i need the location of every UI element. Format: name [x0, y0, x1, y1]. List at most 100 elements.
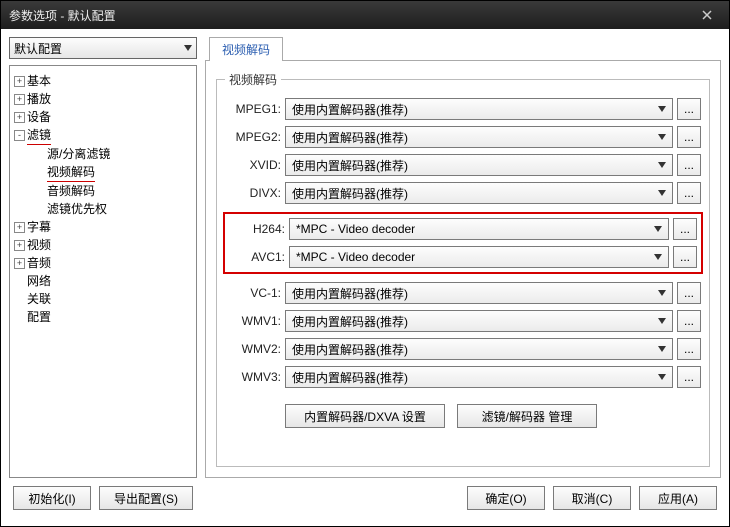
decoder-more-wmv2[interactable]: ... [677, 338, 701, 360]
decoder-label: MPEG1: [225, 102, 281, 116]
init-button[interactable]: 初始化(I) [13, 486, 91, 510]
decoder-actions: 内置解码器/DXVA 设置 滤镜/解码器 管理 [225, 404, 701, 428]
decoder-row-mpeg1: MPEG1: 使用内置解码器(推荐) ... [225, 98, 701, 120]
tree-item-audio-decode[interactable]: 音频解码 [34, 182, 192, 200]
chevron-down-icon [654, 254, 662, 260]
tree-item-network[interactable]: 网络 [14, 272, 192, 290]
chevron-down-icon [658, 162, 666, 168]
tree-item-device[interactable]: +设备 [14, 108, 192, 126]
chevron-down-icon [658, 374, 666, 380]
chevron-down-icon [658, 134, 666, 140]
chevron-down-icon [654, 226, 662, 232]
tree-item-video[interactable]: +视频 [14, 236, 192, 254]
plus-icon[interactable]: + [14, 76, 25, 87]
decoder-label: XVID: [225, 158, 281, 172]
decoder-row-vc1: VC-1: 使用内置解码器(推荐) ... [225, 282, 701, 304]
decoder-row-divx: DIVX: 使用内置解码器(推荐) ... [225, 182, 701, 204]
group-legend: 视频解码 [225, 71, 281, 88]
decoder-more-wmv3[interactable]: ... [677, 366, 701, 388]
decoder-label: WMV2: [225, 342, 281, 356]
cancel-button[interactable]: 取消(C) [553, 486, 631, 510]
ok-button[interactable]: 确定(O) [467, 486, 545, 510]
decoder-row-h264: H264: *MPC - Video decoder ... [229, 218, 697, 240]
decoder-combo-avc1[interactable]: *MPC - Video decoder [289, 246, 669, 268]
chevron-down-icon [658, 106, 666, 112]
dxva-settings-button[interactable]: 内置解码器/DXVA 设置 [285, 404, 445, 428]
tree-item-filters[interactable]: -滤镜 源/分离滤镜 视频解码 音频解码 滤镜优先权 [14, 126, 192, 218]
settings-window: 参数选项 - 默认配置 默认配置 +基本 +播放 +设备 -滤镜 源 [0, 0, 730, 527]
tab-bar: 视频解码 [205, 37, 721, 61]
profile-select-value: 默认配置 [14, 40, 62, 57]
tab-panel: 视频解码 MPEG1: 使用内置解码器(推荐) ... MPEG2: 使用内置解… [205, 61, 721, 478]
chevron-down-icon [658, 346, 666, 352]
tree-item-assoc[interactable]: 关联 [14, 290, 192, 308]
content-area: 默认配置 +基本 +播放 +设备 -滤镜 源/分离滤镜 视频解码 音频解码 滤镜… [1, 29, 729, 526]
left-column: 默认配置 +基本 +播放 +设备 -滤镜 源/分离滤镜 视频解码 音频解码 滤镜… [9, 37, 197, 478]
decoder-row-wmv3: WMV3: 使用内置解码器(推荐) ... [225, 366, 701, 388]
decoder-more-mpeg2[interactable]: ... [677, 126, 701, 148]
tree-item-subtitle[interactable]: +字幕 [14, 218, 192, 236]
footer: 初始化(I) 导出配置(S) 确定(O) 取消(C) 应用(A) [9, 478, 721, 518]
close-button[interactable] [693, 5, 721, 25]
decoder-label: H264: [229, 222, 285, 236]
decoder-combo-divx[interactable]: 使用内置解码器(推荐) [285, 182, 673, 204]
plus-icon[interactable]: + [14, 240, 25, 251]
decoder-label: DIVX: [225, 186, 281, 200]
decoder-row-wmv1: WMV1: 使用内置解码器(推荐) ... [225, 310, 701, 332]
apply-button[interactable]: 应用(A) [639, 486, 717, 510]
right-column: 视频解码 视频解码 MPEG1: 使用内置解码器(推荐) ... MP [205, 37, 721, 478]
decoder-combo-mpeg2[interactable]: 使用内置解码器(推荐) [285, 126, 673, 148]
chevron-down-icon [658, 290, 666, 296]
decoder-combo-wmv2[interactable]: 使用内置解码器(推荐) [285, 338, 673, 360]
profile-select[interactable]: 默认配置 [9, 37, 197, 59]
decoder-more-vc1[interactable]: ... [677, 282, 701, 304]
video-decode-group: 视频解码 MPEG1: 使用内置解码器(推荐) ... MPEG2: 使用内置解… [216, 71, 710, 467]
decoder-row-mpeg2: MPEG2: 使用内置解码器(推荐) ... [225, 126, 701, 148]
tree-item-source-splitter[interactable]: 源/分离滤镜 [34, 145, 192, 163]
decoder-rows: MPEG1: 使用内置解码器(推荐) ... MPEG2: 使用内置解码器(推荐… [225, 98, 701, 428]
settings-tree[interactable]: +基本 +播放 +设备 -滤镜 源/分离滤镜 视频解码 音频解码 滤镜优先权 +… [9, 65, 197, 478]
decoder-more-xvid[interactable]: ... [677, 154, 701, 176]
tree-item-audio[interactable]: +音频 [14, 254, 192, 272]
decoder-combo-wmv1[interactable]: 使用内置解码器(推荐) [285, 310, 673, 332]
chevron-down-icon [658, 190, 666, 196]
tree-item-basic[interactable]: +基本 [14, 72, 192, 90]
decoder-combo-xvid[interactable]: 使用内置解码器(推荐) [285, 154, 673, 176]
main-row: 默认配置 +基本 +播放 +设备 -滤镜 源/分离滤镜 视频解码 音频解码 滤镜… [9, 37, 721, 478]
titlebar: 参数选项 - 默认配置 [1, 1, 729, 29]
decoder-combo-h264[interactable]: *MPC - Video decoder [289, 218, 669, 240]
decoder-more-mpeg1[interactable]: ... [677, 98, 701, 120]
decoder-more-h264[interactable]: ... [673, 218, 697, 240]
tab-video-decode[interactable]: 视频解码 [209, 37, 283, 61]
filter-manage-button[interactable]: 滤镜/解码器 管理 [457, 404, 597, 428]
decoder-row-xvid: XVID: 使用内置解码器(推荐) ... [225, 154, 701, 176]
highlighted-decoders: H264: *MPC - Video decoder ... AVC1: *MP… [223, 212, 703, 274]
decoder-row-avc1: AVC1: *MPC - Video decoder ... [229, 246, 697, 268]
tree-item-video-decode[interactable]: 视频解码 [34, 163, 192, 182]
plus-icon[interactable]: + [14, 94, 25, 105]
decoder-more-wmv1[interactable]: ... [677, 310, 701, 332]
decoder-combo-mpeg1[interactable]: 使用内置解码器(推荐) [285, 98, 673, 120]
decoder-row-wmv2: WMV2: 使用内置解码器(推荐) ... [225, 338, 701, 360]
decoder-more-avc1[interactable]: ... [673, 246, 697, 268]
decoder-label: VC-1: [225, 286, 281, 300]
export-button[interactable]: 导出配置(S) [99, 486, 193, 510]
plus-icon[interactable]: + [14, 112, 25, 123]
tree-item-playback[interactable]: +播放 [14, 90, 192, 108]
decoder-more-divx[interactable]: ... [677, 182, 701, 204]
tree-item-filter-priority[interactable]: 滤镜优先权 [34, 200, 192, 218]
window-title: 参数选项 - 默认配置 [9, 7, 693, 24]
tree-item-config[interactable]: 配置 [14, 308, 192, 326]
chevron-down-icon [658, 318, 666, 324]
plus-icon[interactable]: + [14, 222, 25, 233]
decoder-combo-wmv3[interactable]: 使用内置解码器(推荐) [285, 366, 673, 388]
decoder-label: WMV3: [225, 370, 281, 384]
plus-icon[interactable]: + [14, 258, 25, 269]
tree-filters-children: 源/分离滤镜 视频解码 音频解码 滤镜优先权 [14, 145, 192, 218]
decoder-label: AVC1: [229, 250, 285, 264]
decoder-label: MPEG2: [225, 130, 281, 144]
decoder-label: WMV1: [225, 314, 281, 328]
decoder-combo-vc1[interactable]: 使用内置解码器(推荐) [285, 282, 673, 304]
minus-icon[interactable]: - [14, 130, 25, 141]
chevron-down-icon [184, 45, 192, 51]
